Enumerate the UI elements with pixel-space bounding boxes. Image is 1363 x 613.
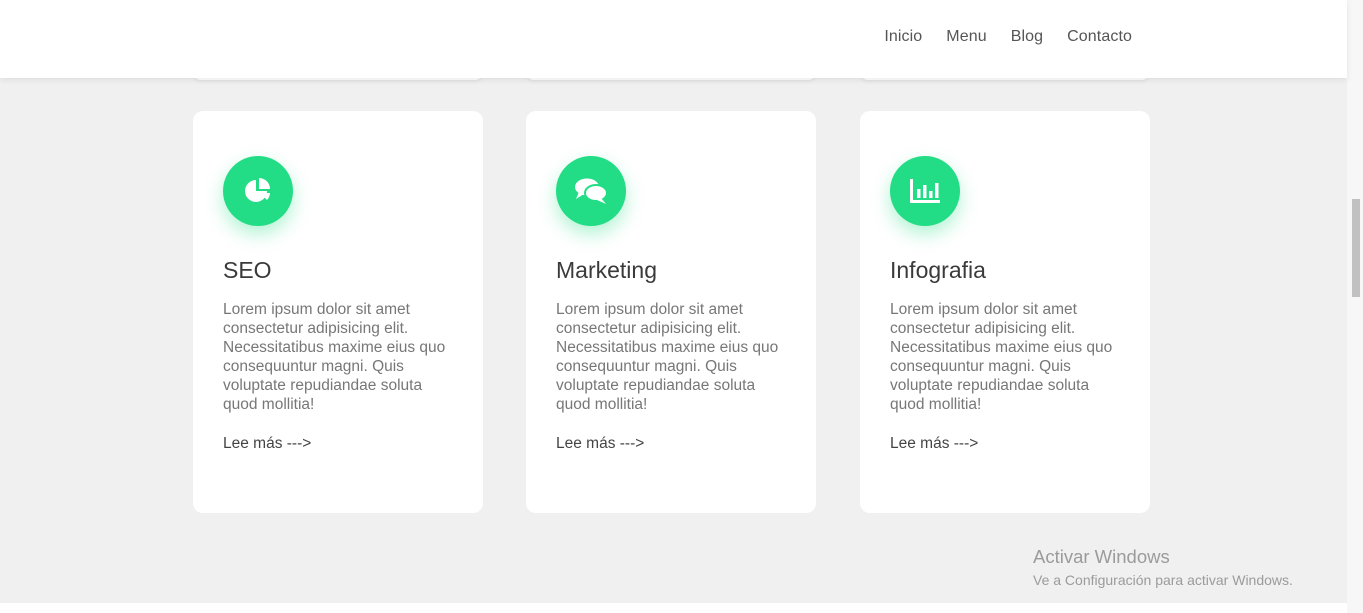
read-more-link[interactable]: Lee más --->: [223, 435, 311, 453]
card-description: Lorem ipsum dolor sit amet consectetur a…: [223, 301, 446, 413]
page: Inicio Menu Blog Contacto SEO Lorem ipsu…: [0, 0, 1347, 613]
bar-chart-icon: [890, 156, 960, 226]
comments-icon: [556, 156, 626, 226]
card-description: Lorem ipsum dolor sit amet consectetur a…: [556, 301, 779, 413]
watermark-subtitle: Ve a Configuración para activar Windows.: [1033, 572, 1293, 588]
service-card-marketing: Marketing Lorem ipsum dolor sit amet con…: [526, 111, 816, 513]
watermark-title: Activar Windows: [1033, 546, 1170, 567]
nav-link-menu[interactable]: Menu: [946, 28, 986, 46]
nav-link-blog[interactable]: Blog: [1011, 28, 1043, 46]
next-section-edge: [0, 603, 1347, 613]
card-title: SEO: [223, 257, 272, 283]
vertical-scrollbar[interactable]: [1347, 0, 1363, 613]
pie-chart-icon: [223, 156, 293, 226]
card-title: Infografia: [890, 257, 986, 283]
read-more-link[interactable]: Lee más --->: [556, 435, 644, 453]
card-description: Lorem ipsum dolor sit amet consectetur a…: [890, 301, 1113, 413]
nav-link-inicio[interactable]: Inicio: [884, 28, 922, 46]
windows-activation-watermark: Activar Windows Ve a Configuración para …: [1033, 546, 1293, 588]
scrollbar-thumb[interactable]: [1352, 199, 1360, 297]
site-header: Inicio Menu Blog Contacto: [0, 0, 1347, 78]
nav-link-contacto[interactable]: Contacto: [1067, 28, 1132, 46]
main-nav: Inicio Menu Blog Contacto: [884, 28, 1132, 46]
service-card-seo: SEO Lorem ipsum dolor sit amet consectet…: [193, 111, 483, 513]
read-more-link[interactable]: Lee más --->: [890, 435, 978, 453]
card-title: Marketing: [556, 257, 657, 283]
service-card-infografia: Infografia Lorem ipsum dolor sit amet co…: [860, 111, 1150, 513]
